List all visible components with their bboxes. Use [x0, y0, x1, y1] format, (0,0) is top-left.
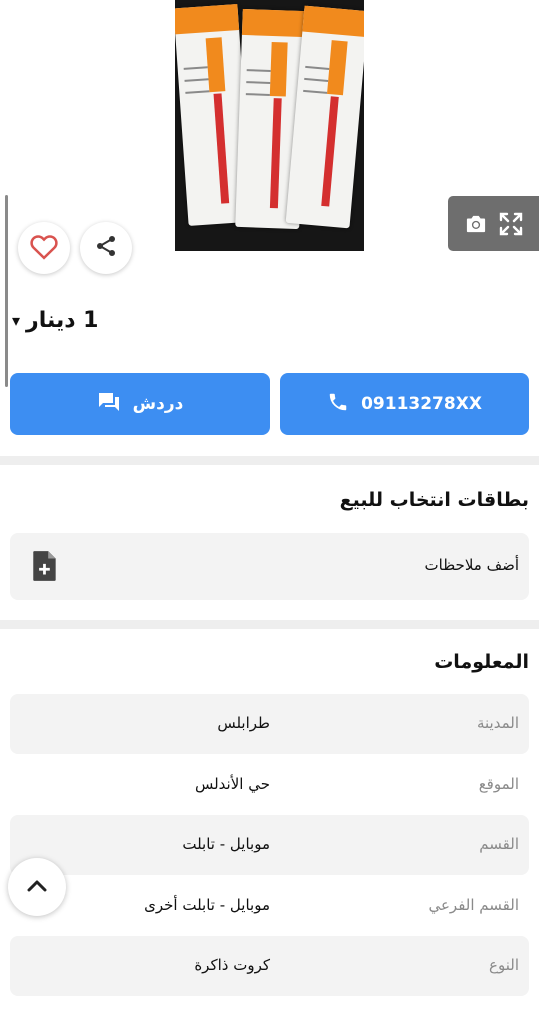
- info-row-location: الموقع حي الأندلس: [10, 755, 529, 815]
- info-row-category: القسم موبايل - تابلت: [10, 815, 529, 875]
- media-tools: [448, 196, 539, 251]
- price-value: 1 دينار: [26, 308, 99, 333]
- phone-icon: [327, 391, 349, 418]
- price-selector[interactable]: 1 دينار ▾: [12, 308, 98, 333]
- phone-number: 09113278XX: [361, 394, 482, 414]
- info-label: المدينة: [476, 714, 519, 732]
- scroll-to-top-button[interactable]: [8, 858, 66, 916]
- section-divider: [0, 456, 539, 465]
- add-notes-label: أضف ملاحظات: [424, 556, 519, 574]
- info-label: القسم: [479, 835, 519, 853]
- caret-down-icon: ▾: [12, 311, 21, 330]
- scroll-indicator: [5, 195, 8, 387]
- listing-hero: [0, 0, 539, 387]
- heart-icon: [29, 232, 59, 264]
- share-icon: [94, 234, 118, 262]
- listing-photo[interactable]: [175, 0, 364, 251]
- chevron-up-icon: [26, 878, 48, 897]
- info-value: كروت ذاكرة: [194, 956, 270, 974]
- info-value: موبايل - تابلت: [182, 835, 270, 853]
- fullscreen-icon[interactable]: [497, 210, 525, 238]
- camera-icon[interactable]: [462, 210, 490, 238]
- info-label: النوع: [489, 956, 519, 974]
- listing-title: بطاقات انتخاب للبيع: [339, 489, 529, 511]
- info-title: المعلومات: [434, 651, 529, 673]
- note-add-icon: [32, 550, 58, 586]
- section-divider: [0, 620, 539, 629]
- share-button[interactable]: [80, 222, 132, 274]
- add-notes-button[interactable]: أضف ملاحظات: [10, 533, 529, 600]
- chat-icon: [97, 391, 121, 418]
- info-row-subcategory: القسم الفرعي موبايل - تابلت أخرى: [10, 876, 529, 936]
- info-row-city: المدينة طرابلس: [10, 694, 529, 754]
- info-value: موبايل - تابلت أخرى: [144, 896, 270, 914]
- favorite-button[interactable]: [18, 222, 70, 274]
- info-value: طرابلس: [217, 714, 270, 732]
- info-row-type: النوع كروت ذاكرة: [10, 936, 529, 996]
- call-button[interactable]: 09113278XX: [280, 373, 529, 435]
- chat-button[interactable]: دردش: [10, 373, 270, 435]
- info-label: القسم الفرعي: [428, 896, 519, 914]
- info-value: حي الأندلس: [194, 775, 270, 793]
- info-label: الموقع: [478, 775, 519, 793]
- chat-label: دردش: [132, 394, 184, 414]
